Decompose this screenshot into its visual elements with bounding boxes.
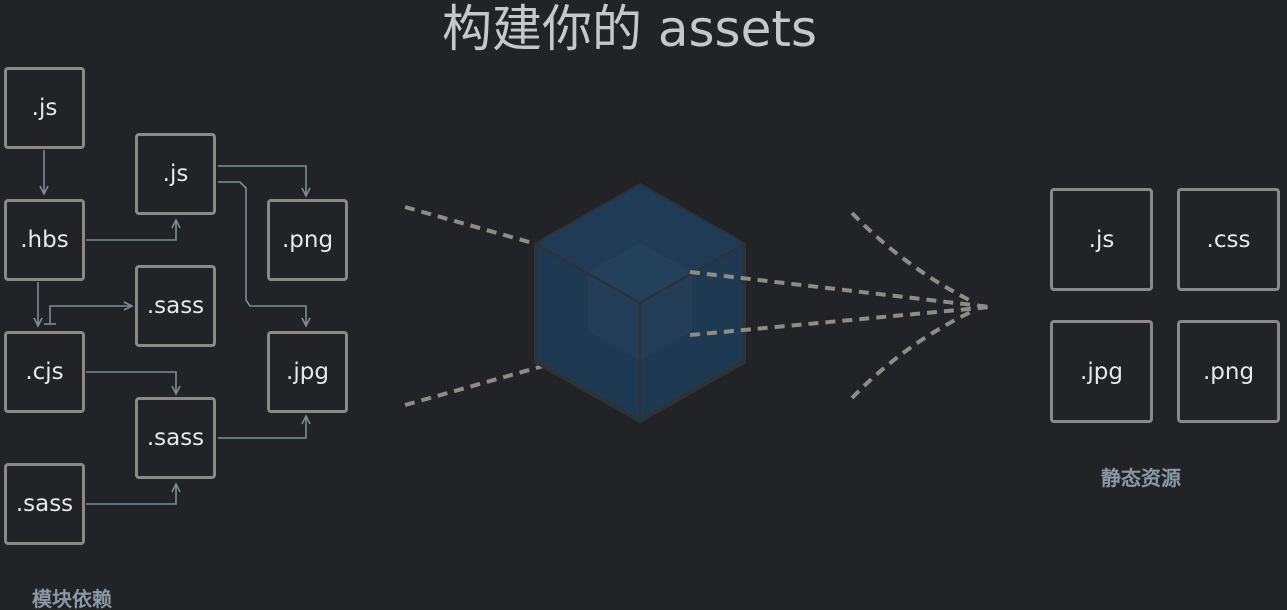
static-assets-caption: 静态资源 (1101, 466, 1181, 490)
asset-label: .js (1088, 226, 1115, 253)
bundler-illustration (404, 182, 991, 424)
asset-label: .jpg (1080, 358, 1123, 385)
webpack-cube-icon (534, 182, 746, 424)
outgoing-curve-top (850, 211, 976, 305)
asset-box-js: .js (1050, 188, 1153, 291)
asset-box-jpg: .jpg (1050, 320, 1153, 423)
outgoing-curve-bottom (850, 308, 976, 400)
asset-box-css: .css (1177, 188, 1280, 291)
diagram-canvas: 构建你的 assets .js .hbs .cjs .sass .js .sas… (0, 0, 1287, 610)
asset-label: .png (1202, 358, 1255, 385)
asset-label: .css (1206, 226, 1251, 253)
asset-box-png: .png (1177, 320, 1280, 423)
